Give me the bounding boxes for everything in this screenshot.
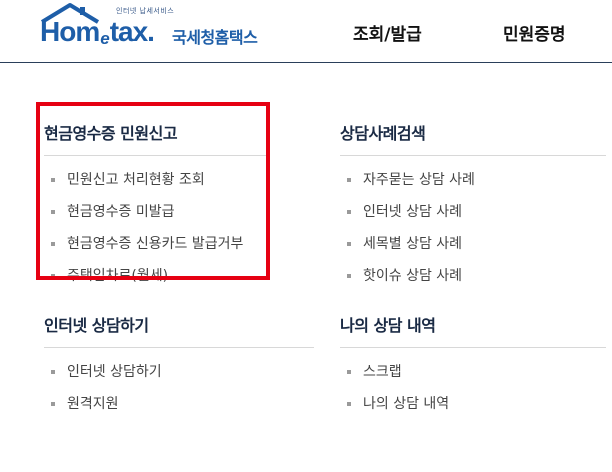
section-menu: 인터넷 상담하기 원격지원	[44, 348, 314, 420]
menu-item-label: 자주묻는 상담 사례	[363, 172, 475, 188]
menu-item-tax-item-cases[interactable]: 세목별 상담 사례	[340, 228, 606, 260]
wordmark-part: tax.	[109, 16, 155, 47]
section-internet-consultation: 인터넷 상담하기 인터넷 상담하기 원격지원	[44, 312, 314, 420]
bullet-icon	[347, 402, 351, 406]
bullet-icon	[347, 370, 351, 374]
section-menu: 자주묻는 상담 사례 인터넷 상담 사례 세목별 상담 사례 핫이슈 상담 사례	[340, 156, 606, 292]
menu-item-internet-cases[interactable]: 인터넷 상담 사례	[340, 196, 606, 228]
hometax-logo[interactable]: 인터넷 납세서비스 Hometax. 국세청홈택스	[40, 2, 280, 52]
logo-tagline: 인터넷 납세서비스	[116, 7, 175, 15]
section-my-consultations: 나의 상담 내역 스크랩 나의 상담 내역	[340, 312, 606, 420]
wordmark-part: Hom	[40, 16, 100, 47]
section-title[interactable]: 나의 상담 내역	[340, 312, 606, 348]
highlight-box	[36, 102, 270, 280]
section-title[interactable]: 인터넷 상담하기	[44, 312, 314, 348]
menu-item-label: 핫이슈 상담 사례	[363, 268, 463, 284]
bullet-icon	[347, 210, 351, 214]
nav-civil-certificates[interactable]: 민원증명	[503, 20, 566, 45]
logo-wordmark: Hometax.	[40, 16, 155, 48]
menu-item-label: 원격지원	[67, 396, 119, 412]
menu-item-my-history[interactable]: 나의 상담 내역	[340, 388, 606, 420]
menu-item-scrap[interactable]: 스크랩	[340, 356, 606, 388]
menu-item-label: 나의 상담 내역	[363, 396, 450, 412]
wordmark-e: e	[100, 29, 110, 48]
logo-korean-name: 국세청홈택스	[172, 28, 258, 47]
bullet-icon	[347, 274, 351, 278]
bullet-icon	[51, 402, 55, 406]
menu-item-internet-consult[interactable]: 인터넷 상담하기	[44, 356, 314, 388]
bullet-icon	[347, 242, 351, 246]
menu-item-label: 세목별 상담 사례	[363, 236, 463, 252]
nav-inquiry-issuance[interactable]: 조회/발급	[353, 20, 422, 45]
menu-item-label: 스크랩	[363, 364, 402, 380]
menu-item-remote-support[interactable]: 원격지원	[44, 388, 314, 420]
menu-item-label: 인터넷 상담하기	[67, 364, 162, 380]
menu-item-faq-cases[interactable]: 자주묻는 상담 사례	[340, 164, 606, 196]
section-title[interactable]: 상담사례검색	[340, 120, 606, 156]
section-menu: 스크랩 나의 상담 내역	[340, 348, 606, 420]
section-consultation-search: 상담사례검색 자주묻는 상담 사례 인터넷 상담 사례 세목별 상담 사례 핫이…	[340, 120, 606, 292]
menu-item-label: 인터넷 상담 사례	[363, 204, 463, 220]
bullet-icon	[347, 178, 351, 182]
bullet-icon	[51, 370, 55, 374]
site-header: 인터넷 납세서비스 Hometax. 국세청홈택스 조회/발급 민원증명	[0, 0, 612, 63]
menu-item-hot-issue-cases[interactable]: 핫이슈 상담 사례	[340, 260, 606, 292]
